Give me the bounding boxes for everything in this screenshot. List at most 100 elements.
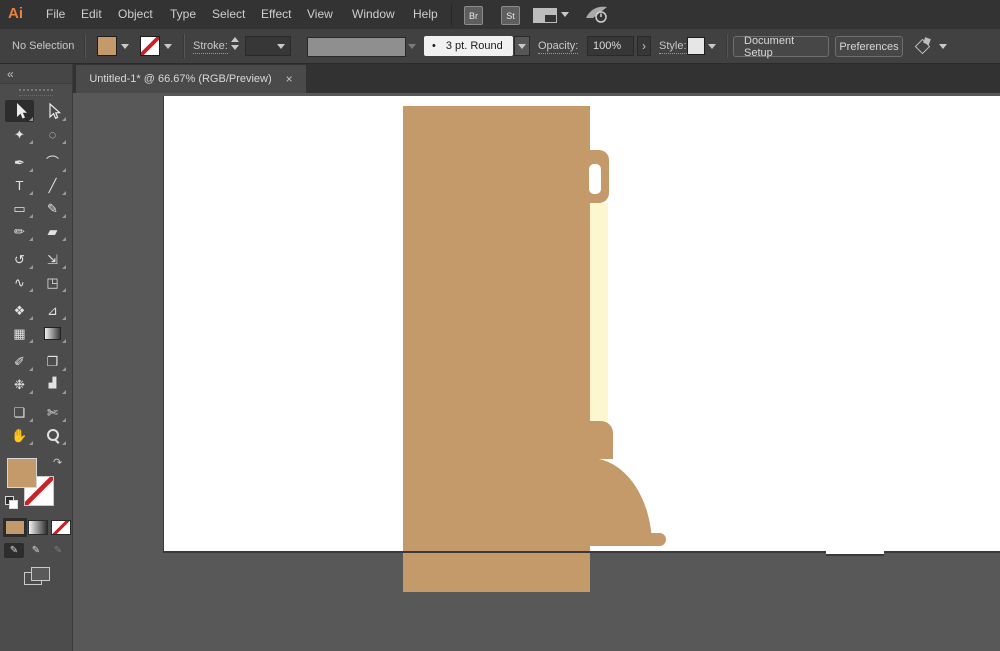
menu-edit[interactable]: Edit <box>81 7 102 21</box>
column-graph-tool[interactable]: ▟ <box>38 373 67 395</box>
stroke-chevron-icon[interactable] <box>164 44 172 49</box>
bridge-button[interactable]: Br <box>464 6 483 25</box>
width-tool[interactable]: ∿ <box>5 271 34 293</box>
gradient-icon <box>44 326 61 340</box>
swap-fill-stroke-icon[interactable]: ↷ <box>53 456 62 469</box>
direct-selection-cursor-icon <box>48 102 61 120</box>
preferences-button[interactable]: Preferences <box>835 36 903 57</box>
menu-object[interactable]: Object <box>118 7 153 21</box>
menu-bar: Ai File Edit Object Type Select Effect V… <box>0 0 1000 29</box>
brush-preview-dot: • <box>432 40 436 52</box>
draw-inside-button[interactable]: ✎ <box>48 543 68 558</box>
blend-tool[interactable]: ❐ <box>38 350 67 372</box>
workspace-options-chevron-icon[interactable] <box>939 44 947 49</box>
draw-behind-button[interactable]: ✎ <box>26 543 46 558</box>
stroke-color-swatch[interactable] <box>140 36 160 56</box>
type-tool[interactable]: T <box>5 174 34 196</box>
fill-color-swatch[interactable] <box>97 36 117 56</box>
pen-tool[interactable]: ✒ <box>5 151 34 173</box>
gradient-mode-button[interactable] <box>28 520 48 535</box>
stroke-weight-stepper[interactable] <box>231 37 239 50</box>
paintbrush-tool[interactable]: ✎ <box>38 197 67 219</box>
stroke-weight-select[interactable] <box>245 36 291 56</box>
brush-chevron-button[interactable] <box>514 36 530 56</box>
slice-tool[interactable]: ✄ <box>38 401 67 423</box>
tab-close-icon[interactable]: × <box>286 72 293 86</box>
illustrator-window: { "app": { "logo": "Ai" }, "menu": { "it… <box>0 0 1000 651</box>
opacity-input[interactable]: 100% <box>587 36 634 56</box>
tool-grid: ✦ ◌ ✒ ⌒ T ╱ ▭ ✎ ✏ ▰ ↺ ⇲ ∿ ◳ ❖ ⊿ ▦ ✐ ❐ ❉ … <box>0 99 72 446</box>
lasso-tool[interactable]: ◌ <box>38 123 67 145</box>
scale-tool[interactable]: ⇲ <box>38 248 67 270</box>
panel-drag-handle[interactable] <box>19 89 53 96</box>
document-setup-button[interactable]: Document Setup <box>733 35 829 59</box>
stock-button[interactable]: St <box>501 6 520 25</box>
fill-proxy-swatch[interactable] <box>7 458 37 488</box>
direct-selection-tool[interactable] <box>38 100 67 122</box>
color-mode-button[interactable] <box>3 518 27 537</box>
line-segment-tool[interactable]: ╱ <box>38 174 67 196</box>
none-mode-button[interactable] <box>51 520 71 535</box>
selection-status: No Selection <box>12 40 75 52</box>
zoom-tool[interactable] <box>38 424 67 446</box>
app-logo: Ai <box>8 5 23 22</box>
symbol-sprayer-tool[interactable]: ❉ <box>5 373 34 395</box>
shaper-tool[interactable]: ✏ <box>5 220 34 242</box>
document-tab-bar: Untitled-1* @ 66.67% (RGB/Preview) × <box>73 64 1000 93</box>
control-bar: No Selection Stroke: • 3 pt. Round Opaci… <box>0 29 1000 64</box>
opacity-more-button[interactable]: › <box>637 36 651 56</box>
eyedropper-tool[interactable]: ✐ <box>5 350 34 372</box>
artwork-handle-hole <box>589 164 601 194</box>
paint-mode-row <box>3 518 71 537</box>
selection-cursor-icon <box>16 103 27 119</box>
document-tab[interactable]: Untitled-1* @ 66.67% (RGB/Preview) × <box>76 65 306 93</box>
eraser-tool[interactable]: ▰ <box>38 220 67 242</box>
curvature-tool[interactable]: ⌒ <box>38 151 67 173</box>
menu-view[interactable]: View <box>307 7 333 21</box>
artwork-base-foot[interactable] <box>645 533 666 546</box>
artboard-left-edge <box>163 96 164 551</box>
draw-normal-button[interactable]: ✎ <box>4 543 24 558</box>
stroke-weight-label[interactable]: Stroke: <box>193 40 228 54</box>
fill-stroke-indicator: ↷ <box>0 454 73 524</box>
artboard-tool[interactable]: ❏ <box>5 401 34 423</box>
shape-builder-tool[interactable]: ❖ <box>5 299 34 321</box>
screen-mode-button[interactable] <box>24 567 50 585</box>
perspective-grid-tool[interactable]: ⊿ <box>38 299 67 321</box>
artwork-mug-body[interactable] <box>403 106 590 592</box>
menu-file[interactable]: File <box>46 7 65 21</box>
brush-definition-button[interactable]: • 3 pt. Round <box>424 36 513 56</box>
gpu-performance-icon[interactable] <box>584 5 610 24</box>
selection-tool[interactable] <box>5 100 34 122</box>
style-swatch[interactable] <box>687 37 705 55</box>
menu-type[interactable]: Type <box>170 7 196 21</box>
style-label[interactable]: Style: <box>659 40 687 54</box>
free-transform-tool[interactable]: ◳ <box>38 271 67 293</box>
workspace-options-icon[interactable] <box>914 37 933 55</box>
width-profile-select[interactable] <box>307 37 406 57</box>
arrange-documents-icon[interactable] <box>533 8 557 23</box>
document-tab-title: Untitled-1* @ 66.67% (RGB/Preview) <box>89 73 272 85</box>
menu-window[interactable]: Window <box>352 7 395 21</box>
rectangle-tool[interactable]: ▭ <box>5 197 34 219</box>
magic-wand-tool[interactable]: ✦ <box>5 123 34 145</box>
chevron-down-icon[interactable] <box>561 12 569 17</box>
hand-tool[interactable]: ✋ <box>5 424 34 446</box>
style-chevron-icon[interactable] <box>708 44 716 49</box>
artwork-highlight-strip[interactable] <box>590 203 608 421</box>
artboard-edge-notch-line <box>826 554 884 556</box>
opacity-label[interactable]: Opacity: <box>538 40 579 54</box>
menu-separator <box>451 4 452 25</box>
default-fill-stroke-icon[interactable] <box>5 496 18 509</box>
artwork-base-bump[interactable] <box>590 421 613 459</box>
menu-select[interactable]: Select <box>212 7 245 21</box>
menu-help[interactable]: Help <box>413 7 438 21</box>
menu-effect[interactable]: Effect <box>261 7 291 21</box>
collapse-panel-button[interactable]: « <box>0 64 72 84</box>
gradient-tool[interactable] <box>38 322 67 344</box>
rotate-tool[interactable]: ↺ <box>5 248 34 270</box>
mesh-tool[interactable]: ▦ <box>5 322 34 344</box>
fill-chevron-icon[interactable] <box>121 44 129 49</box>
document-area <box>73 93 1000 651</box>
draw-mode-row: ✎ ✎ ✎ <box>4 543 68 558</box>
